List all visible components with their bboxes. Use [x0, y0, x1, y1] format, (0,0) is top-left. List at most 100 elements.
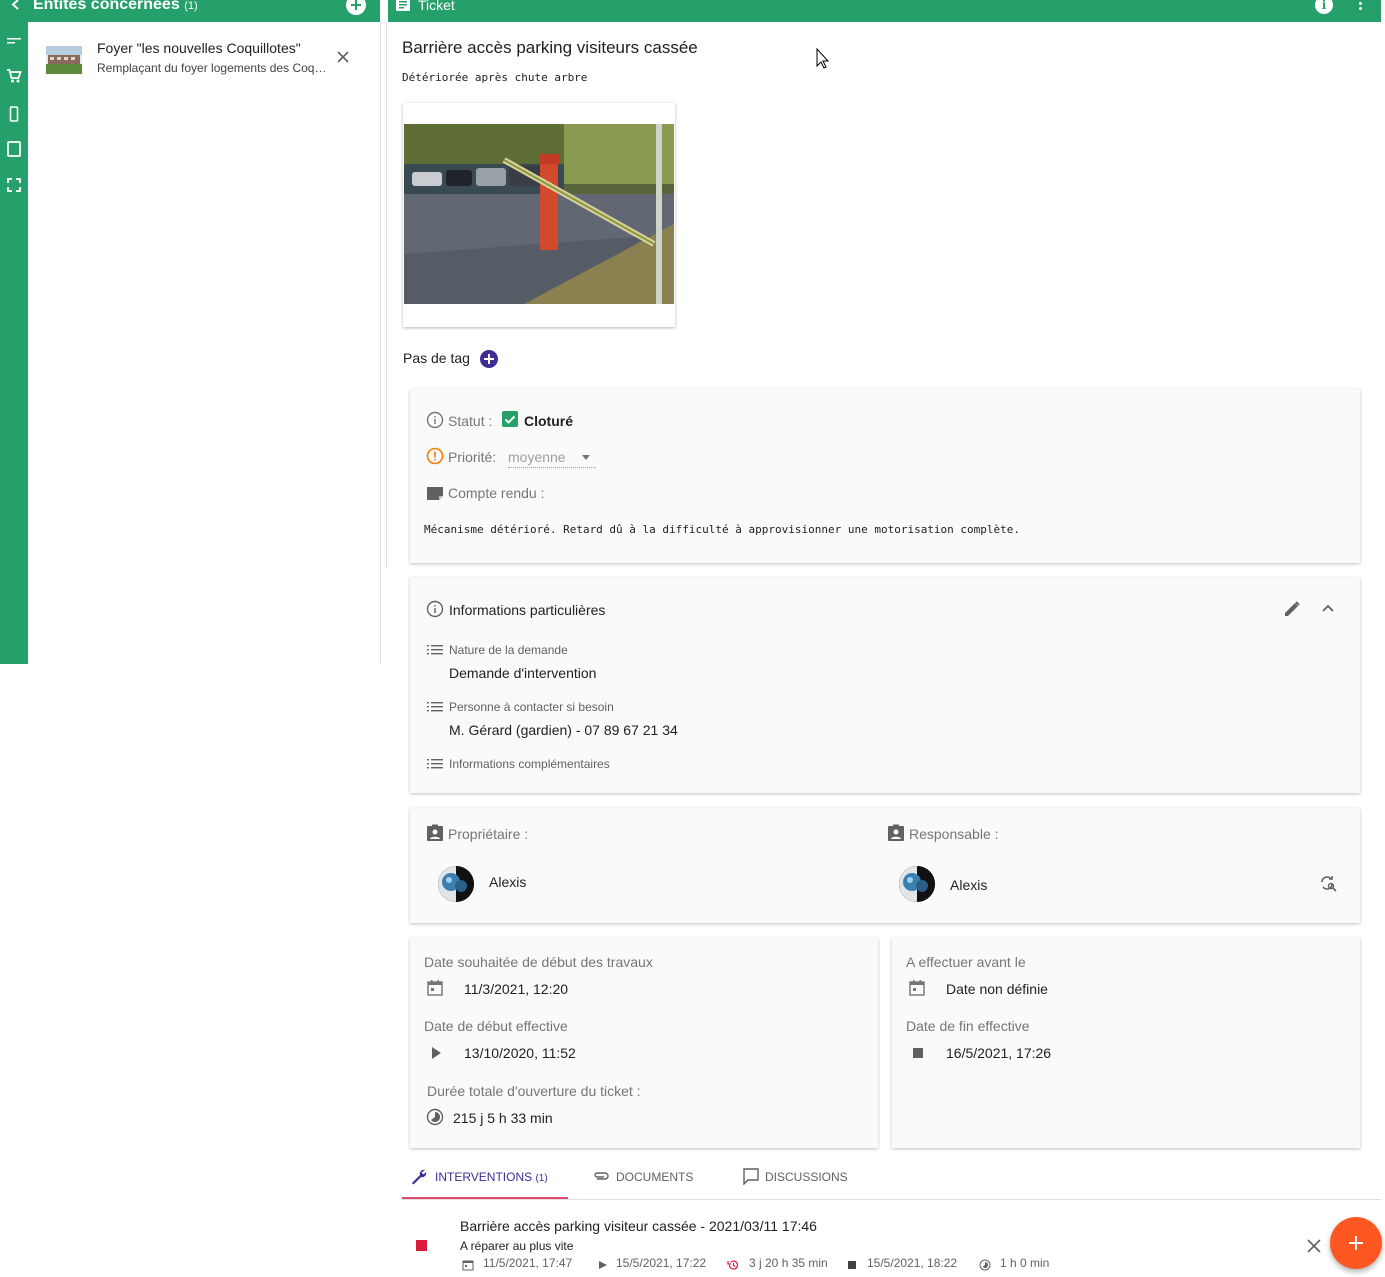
- status-label: Statut :: [448, 413, 493, 429]
- cart-icon[interactable]: [6, 68, 22, 84]
- info-field-label: Personne à contacter si besoin: [449, 700, 614, 714]
- intervention-delay: 3 j 20 h 35 min: [749, 1256, 828, 1270]
- info-outline-icon: [426, 411, 444, 429]
- close-icon[interactable]: [334, 48, 352, 66]
- effective-start-value: 13/10/2020, 11:52: [464, 1045, 576, 1061]
- ticket-tabs: INTERVENTIONS (1) DOCUMENTS DISCUSSIONS: [402, 1160, 1381, 1200]
- info-outline-icon: [426, 600, 444, 618]
- calendar-icon: [462, 1258, 474, 1271]
- tab-discussions[interactable]: DISCUSSIONS: [740, 1160, 870, 1198]
- fullscreen-icon[interactable]: [6, 177, 22, 193]
- entity-subtitle: Remplaçant du foyer logements des Coquil…: [97, 61, 329, 75]
- people-card: Propriétaire : Alexis Responsable : Alex…: [410, 808, 1360, 923]
- phone-icon[interactable]: [6, 106, 22, 122]
- wished-start-value: 11/3/2021, 12:20: [464, 981, 569, 997]
- info-field-value: M. Gérard (gardien) - 07 89 67 21 34: [449, 722, 678, 738]
- panel-divider: [386, 22, 387, 568]
- ticket-header-title: Ticket: [418, 0, 455, 13]
- list-icon: [426, 755, 444, 773]
- tablet-icon[interactable]: [6, 141, 22, 157]
- play-icon: [597, 1258, 609, 1270]
- info-field-value: Demande d'intervention: [449, 665, 597, 681]
- dropdown-arrow-icon: [582, 455, 590, 460]
- effective-start-label: Date de début effective: [424, 1018, 568, 1034]
- tab-documents-label: DOCUMENTS: [616, 1170, 694, 1184]
- entities-title: Entités concernées (1): [33, 0, 198, 14]
- report-label: Compte rendu :: [448, 485, 545, 501]
- entities-panel: Foyer "les nouvelles Coquillotes" Rempla…: [28, 22, 381, 664]
- photo-card[interactable]: [403, 103, 675, 327]
- left-rail: [0, 0, 28, 664]
- owner-label: Propriétaire :: [448, 826, 529, 842]
- intervention-title[interactable]: Barrière accès parking visiteur cassée -…: [460, 1218, 817, 1234]
- entities-count: (1): [184, 0, 198, 12]
- effective-end-label: Date de fin effective: [906, 1018, 1030, 1034]
- edit-pencil-icon[interactable]: [1283, 600, 1301, 618]
- responsible-name: Alexis: [950, 877, 988, 893]
- assignment-ind-icon: [426, 824, 444, 842]
- info-title: Informations particulières: [449, 602, 606, 618]
- stop-icon: [846, 1258, 858, 1270]
- tab-discussions-label: DISCUSSIONS: [765, 1170, 848, 1184]
- intervention-start-date: 15/5/2021, 17:22: [616, 1256, 707, 1270]
- responsible-label: Responsable :: [909, 826, 999, 842]
- owner-name: Alexis: [489, 874, 527, 890]
- info-card: Informations particulières Nature de la …: [410, 577, 1360, 793]
- timelapse-icon: [979, 1258, 991, 1271]
- status-value: Cloturé: [524, 413, 573, 429]
- list-icon: [426, 698, 444, 716]
- priority-value: moyenne: [508, 449, 566, 465]
- add-tag-button[interactable]: [480, 350, 498, 368]
- status-card: Statut : Cloturé Priorité: moyenne Compt…: [410, 389, 1360, 563]
- chevron-up-icon[interactable]: [1319, 600, 1337, 618]
- tags-label: Pas de tag: [403, 350, 470, 366]
- info-field-label: Informations complémentaires: [449, 757, 610, 771]
- due-label: A effectuer avant le: [906, 954, 1026, 970]
- intervention-subtitle: A réparer au plus vite: [460, 1239, 574, 1253]
- entities-title-text: Entités concernées: [33, 0, 180, 13]
- add-intervention-button[interactable]: [1330, 1217, 1382, 1269]
- intervention-planned-date: 11/5/2021, 17:47: [483, 1256, 573, 1270]
- play-icon: [428, 1044, 446, 1062]
- close-icon[interactable]: [1305, 1237, 1323, 1255]
- due-value: Date non définie: [946, 981, 1048, 997]
- ticket-icon: [396, 0, 410, 11]
- effective-end-value: 16/5/2021, 17:26: [946, 1045, 1052, 1061]
- wished-start-label: Date souhaitée de début des travaux: [424, 954, 653, 970]
- wrench-icon: [410, 1168, 428, 1186]
- priority-alert-icon: [426, 447, 444, 465]
- check-box-icon: [502, 411, 518, 427]
- timelapse-icon: [426, 1108, 444, 1126]
- tab-documents[interactable]: DOCUMENTS: [592, 1160, 712, 1198]
- more-vert-icon[interactable]: [1355, 0, 1365, 13]
- duration-value: 215 j 5 h 33 min: [453, 1110, 553, 1126]
- add-entity-button[interactable]: [346, 0, 366, 15]
- intervention-end-date: 15/5/2021, 18:22: [867, 1256, 958, 1270]
- avatar: [899, 866, 935, 902]
- avatar: [438, 866, 474, 902]
- dates-end-card: A effectuer avant le Date non définie Da…: [892, 938, 1360, 1148]
- entity-name: Foyer "les nouvelles Coquillotes": [97, 40, 301, 56]
- tab-interventions-label: INTERVENTIONS (1): [435, 1170, 548, 1184]
- person-search-icon[interactable]: [1319, 874, 1337, 892]
- mouse-cursor-icon: [816, 47, 830, 70]
- info-icon[interactable]: i: [1315, 0, 1333, 14]
- list-icon: [426, 641, 444, 659]
- tab-interventions[interactable]: INTERVENTIONS (1): [402, 1160, 568, 1199]
- priority-label: Priorité:: [448, 449, 497, 465]
- calendar-icon: [426, 979, 444, 997]
- duration-label: Durée totale d'ouverture du ticket :: [427, 1083, 641, 1099]
- chevron-left-icon[interactable]: [8, 0, 24, 16]
- stop-icon: [909, 1044, 927, 1062]
- ticket-photo: [404, 124, 674, 304]
- chat-icon: [742, 1167, 760, 1185]
- note-icon: [426, 483, 444, 501]
- report-text: Mécanisme détérioré. Retard dû à la diff…: [424, 523, 1021, 536]
- dates-start-card: Date souhaitée de début des travaux 11/3…: [410, 938, 878, 1148]
- calendar-icon: [908, 979, 926, 997]
- entity-item[interactable]: Foyer "les nouvelles Coquillotes" Rempla…: [28, 40, 380, 84]
- entities-header: Entités concernées (1): [11, 0, 380, 22]
- priority-select[interactable]: moyenne: [508, 448, 596, 468]
- menu-lines-icon[interactable]: [6, 34, 22, 50]
- intervention-status-indicator: [416, 1240, 427, 1251]
